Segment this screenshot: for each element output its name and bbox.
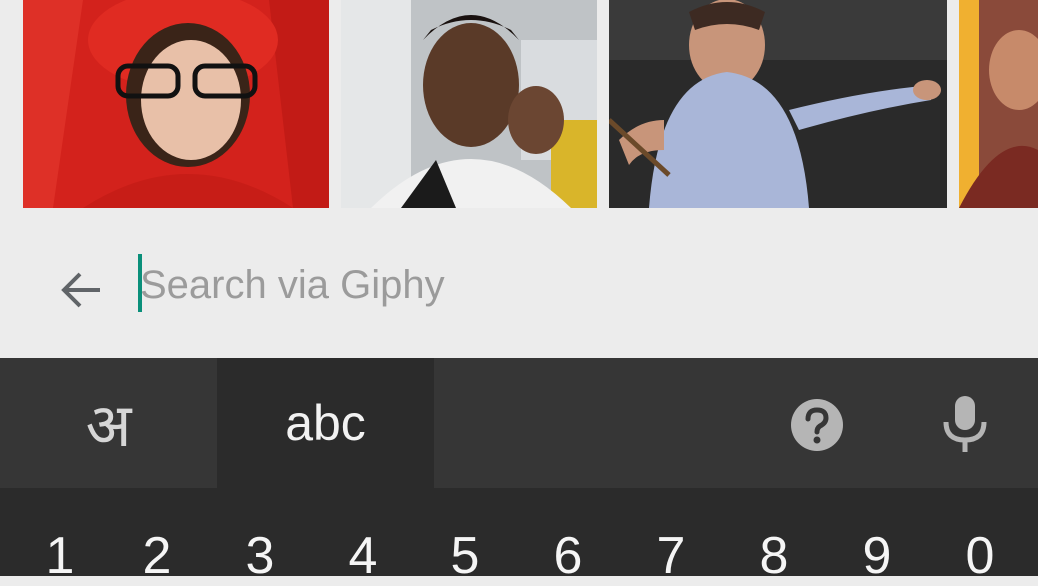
tab-hindi-keyboard[interactable]: अ — [0, 358, 217, 488]
search-input[interactable] — [140, 250, 990, 320]
arrow-back-icon — [61, 272, 100, 308]
gif-result-4[interactable] — [959, 0, 1038, 208]
key-7[interactable]: 7 — [631, 526, 711, 586]
key-9[interactable]: 9 — [837, 526, 917, 586]
help-button[interactable] — [790, 398, 844, 452]
key-4[interactable]: 4 — [323, 526, 403, 586]
key-6[interactable]: 6 — [528, 526, 608, 586]
gif-result-3[interactable] — [609, 0, 947, 208]
tab-abc-label: abc — [285, 395, 366, 451]
key-8[interactable]: 8 — [734, 526, 814, 586]
search-field[interactable] — [138, 250, 998, 320]
microphone-icon — [943, 396, 987, 452]
tab-abc-keyboard[interactable]: abc — [217, 358, 434, 488]
back-button[interactable] — [50, 260, 110, 320]
microphone-button[interactable] — [940, 394, 990, 454]
gif-result-1[interactable] — [23, 0, 329, 208]
key-5[interactable]: 5 — [425, 526, 505, 586]
search-bar — [0, 208, 1038, 358]
gif-results-strip — [0, 0, 1038, 208]
keyboard-toolbar: अ abc — [0, 358, 1038, 488]
tab-hindi-label: अ — [85, 391, 132, 461]
gif-result-2[interactable] — [341, 0, 597, 208]
key-3[interactable]: 3 — [220, 526, 300, 586]
key-0[interactable]: 0 — [940, 526, 1020, 586]
help-icon — [791, 399, 843, 451]
keyboard: अ abc 1 2 3 4 5 6 7 8 9 0 — [0, 358, 1038, 585]
key-1[interactable]: 1 — [20, 526, 100, 586]
key-2[interactable]: 2 — [117, 526, 197, 586]
number-key-row: 1 2 3 4 5 6 7 8 9 0 — [0, 488, 1038, 585]
